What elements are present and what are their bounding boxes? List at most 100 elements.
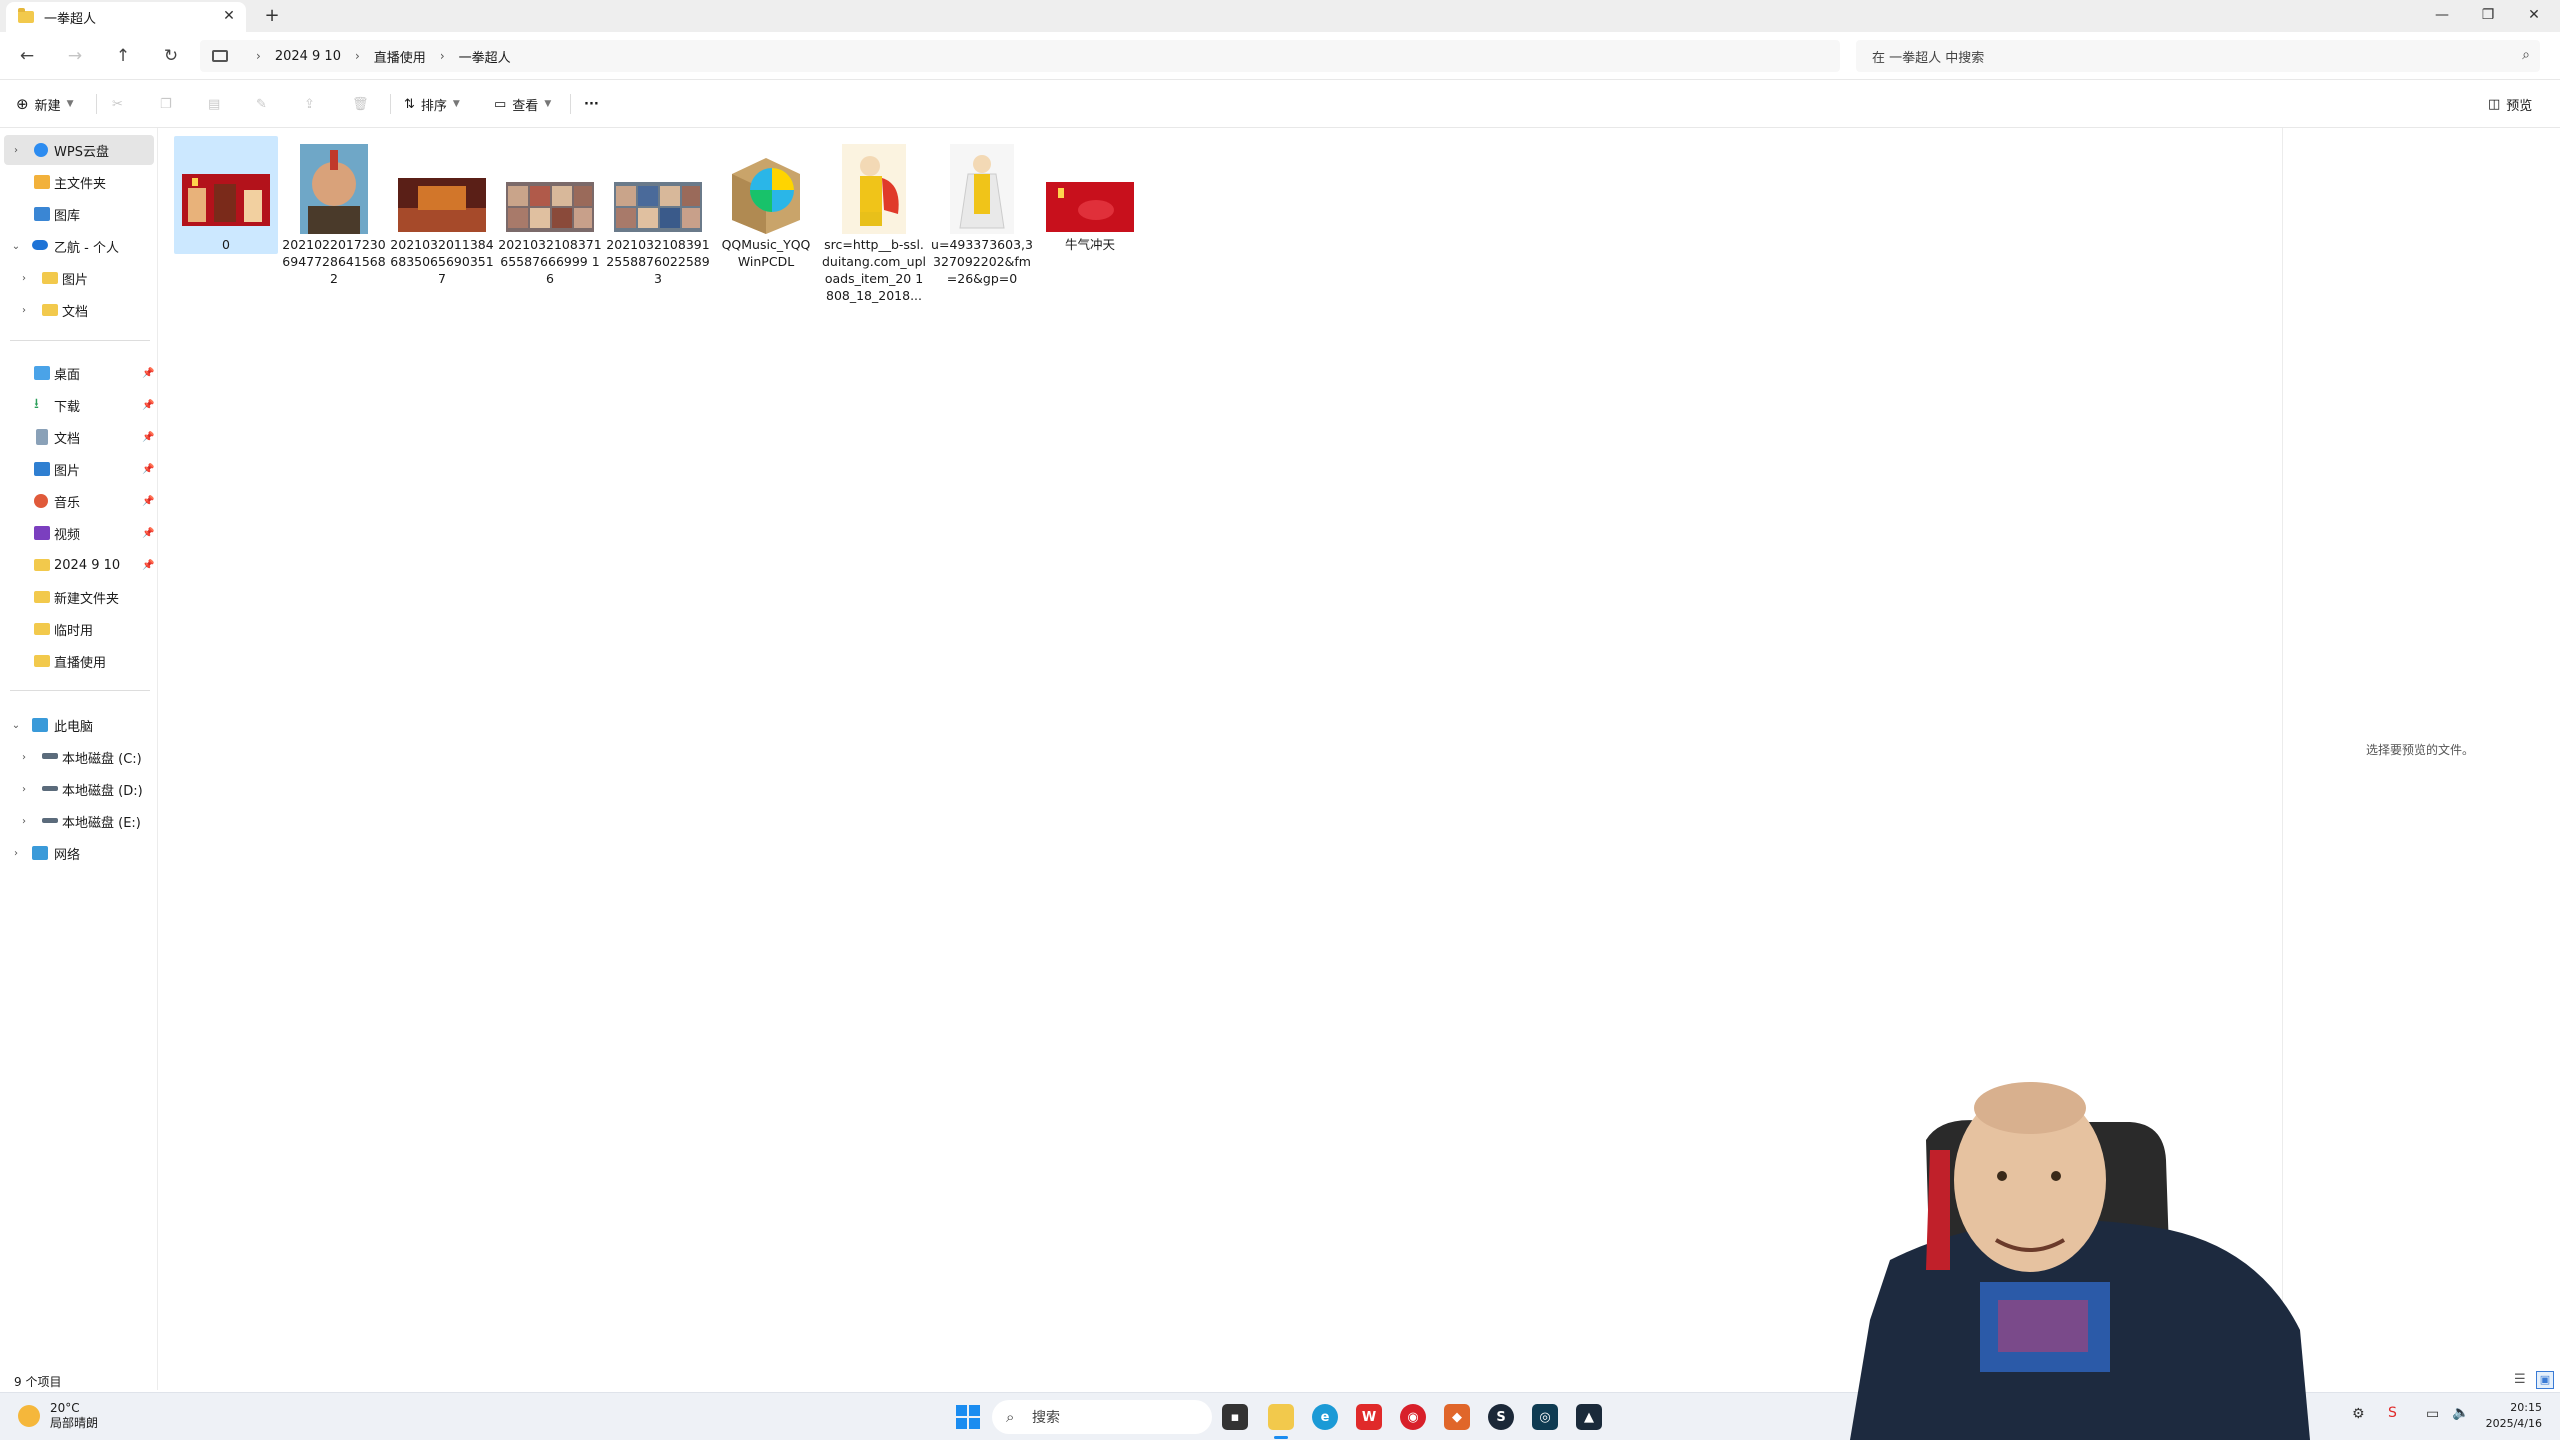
settings-icon[interactable]: ⚙	[2352, 1406, 2365, 1422]
chevron-right-icon[interactable]: ›	[355, 49, 360, 63]
chevron-down-icon[interactable]: ⌄	[10, 720, 22, 731]
weather-widget[interactable]: 20°C 局部晴朗	[50, 1401, 98, 1431]
volume-icon[interactable]: 🔈	[2452, 1405, 2469, 1421]
forward-arrow-icon[interactable]: →	[60, 42, 90, 70]
file-item[interactable]: u=493373603,3 327092202&fm =26&gp=0	[930, 136, 1034, 306]
new-button[interactable]: ⊕ 新建 ▼	[16, 92, 74, 116]
preview-pane-button[interactable]: ◫ 预览	[2488, 92, 2532, 116]
sidebar-item-home[interactable]: 主文件夹	[0, 167, 155, 197]
details-view-icon[interactable]: ☰	[2514, 1372, 2526, 1387]
sidebar-item-desktop[interactable]: 桌面 📌	[0, 358, 155, 388]
back-arrow-icon[interactable]: ←	[12, 42, 42, 70]
search-icon[interactable]: ⌕	[2522, 47, 2530, 63]
breadcrumb-item[interactable]: 直播使用	[374, 47, 426, 66]
minimize-button[interactable]: —	[2420, 0, 2464, 30]
sidebar-item-drive-c[interactable]: › 本地磁盘 (C:)	[0, 742, 155, 772]
steam-icon[interactable]: S	[1488, 1404, 1514, 1430]
file-name: 20210220172306947728641568 2	[282, 237, 386, 286]
sidebar-item-documents[interactable]: › 文档	[0, 295, 155, 325]
sidebar-item-drive-d[interactable]: › 本地磁盘 (D:)	[0, 774, 155, 804]
maximize-button[interactable]: ❐	[2466, 0, 2510, 30]
clock[interactable]: 20:15 2025/4/16	[2482, 1400, 2542, 1432]
sidebar-item-network[interactable]: › 网络	[0, 838, 155, 868]
file-explorer-icon[interactable]	[1268, 1404, 1294, 1430]
chevron-right-icon[interactable]: ›	[10, 145, 22, 156]
divider	[390, 94, 391, 114]
sidebar-item-drive-e[interactable]: › 本地磁盘 (E:)	[0, 806, 155, 836]
chevron-right-icon[interactable]: ›	[256, 49, 261, 63]
pin-icon[interactable]: 📌	[142, 496, 154, 507]
sidebar-item-temp[interactable]: 临时用	[0, 614, 155, 644]
breadcrumb-item[interactable]: 2024 9 10	[275, 49, 341, 64]
chevron-right-icon[interactable]: ›	[18, 273, 30, 284]
refresh-icon[interactable]: ↻	[156, 42, 186, 70]
share-icon[interactable]: ⇪	[304, 92, 315, 116]
chevron-right-icon[interactable]: ›	[18, 305, 30, 316]
start-icon[interactable]	[956, 1405, 980, 1429]
sidebar-item-downloads[interactable]: ⭳ 下载 📌	[0, 390, 155, 420]
chevron-right-icon[interactable]: ›	[18, 816, 30, 827]
chevron-right-icon[interactable]: ›	[18, 784, 30, 795]
view-button[interactable]: ▭ 查看 ▼	[494, 92, 551, 116]
close-tab-icon[interactable]: ✕	[220, 8, 238, 24]
weather-icon[interactable]	[18, 1405, 40, 1427]
taskbar-search[interactable]: ⌕ 搜索	[992, 1400, 1212, 1434]
chevron-right-icon[interactable]: ›	[18, 752, 30, 763]
file-item[interactable]: 20210321083912558876022589 3	[606, 136, 710, 306]
new-tab-button[interactable]: +	[262, 5, 282, 26]
sidebar-item-gallery[interactable]: 图库	[0, 199, 155, 229]
sidebar-item-this-pc[interactable]: ⌄ 此电脑	[0, 710, 155, 740]
file-item[interactable]: QQMusic_YQQ WinPCDL	[714, 136, 818, 306]
app-icon[interactable]: ◆	[1444, 1404, 1470, 1430]
more-options-icon[interactable]: ···	[584, 92, 599, 116]
breadcrumb[interactable]: › 2024 9 10 › 直播使用 › 一拳超人	[200, 40, 1840, 72]
file-item[interactable]: 0	[174, 136, 278, 254]
breadcrumb-item[interactable]: 一拳超人	[459, 47, 511, 66]
tiles-view-icon[interactable]: ▣	[2536, 1371, 2554, 1389]
folder-icon	[42, 304, 58, 316]
sidebar-item-new-folder[interactable]: 新建文件夹	[0, 582, 155, 612]
chevron-right-icon[interactable]: ›	[440, 49, 445, 63]
task-view-icon[interactable]: ▪	[1222, 1404, 1248, 1430]
pin-icon[interactable]: 📌	[142, 528, 154, 539]
delete-icon[interactable]: 🗑	[352, 92, 369, 116]
sort-button[interactable]: ⇅ 排序 ▼	[404, 92, 460, 116]
chevron-down-icon[interactable]: ⌄	[10, 241, 22, 252]
copy-icon[interactable]: ❐	[160, 92, 172, 116]
netease-music-icon[interactable]: ◉	[1400, 1404, 1426, 1430]
sidebar-item-folder-2024[interactable]: 2024 9 10 📌	[0, 550, 155, 580]
file-item[interactable]: src=http__b-ssl.duitang.com_uploads_item…	[822, 136, 926, 306]
sidebar-item-onedrive[interactable]: ⌄ 乙航 - 个人	[0, 231, 155, 261]
search-input[interactable]: 在 一拳超人 中搜索 ⌕	[1856, 40, 2540, 72]
chevron-right-icon[interactable]: ›	[10, 848, 22, 859]
cut-icon[interactable]: ✂	[112, 92, 123, 116]
file-item[interactable]: 牛气冲天	[1038, 136, 1142, 306]
close-button[interactable]: ✕	[2512, 0, 2556, 30]
sidebar-item-videos[interactable]: 视频 📌	[0, 518, 155, 548]
pin-icon[interactable]: 📌	[142, 560, 154, 571]
edge-icon[interactable]: e	[1312, 1404, 1338, 1430]
sidebar-item-pictures[interactable]: › 图片	[0, 263, 155, 293]
sidebar-item-pictures-quick[interactable]: 图片 📌	[0, 454, 155, 484]
plus-circle-icon: ⊕	[16, 95, 29, 113]
file-item[interactable]: 20210220172306947728641568 2	[282, 136, 386, 306]
rename-icon[interactable]: ✎	[256, 92, 267, 116]
wps-icon[interactable]: W	[1356, 1404, 1382, 1430]
pin-icon[interactable]: 📌	[142, 368, 154, 379]
network-icon[interactable]: ▭	[2426, 1406, 2439, 1422]
app-icon[interactable]: ◎	[1532, 1404, 1558, 1430]
paste-icon[interactable]: ▤	[208, 92, 220, 116]
sidebar-item-documents-quick[interactable]: 文档 📌	[0, 422, 155, 452]
file-item[interactable]: 20210320113846835065690351 7	[390, 136, 494, 306]
sidebar-item-stream[interactable]: 直播使用	[0, 646, 155, 676]
ime-icon[interactable]: S	[2388, 1405, 2397, 1421]
tab-current[interactable]: 一拳超人 ✕	[6, 2, 246, 32]
sidebar-item-music[interactable]: 音乐 📌	[0, 486, 155, 516]
pin-icon[interactable]: 📌	[142, 400, 154, 411]
up-arrow-icon[interactable]: ↑	[108, 42, 138, 70]
sidebar-item-wps-cloud[interactable]: › WPS云盘	[4, 135, 154, 165]
pin-icon[interactable]: 📌	[142, 432, 154, 443]
pin-icon[interactable]: 📌	[142, 464, 154, 475]
file-item[interactable]: 202103210837165587666999 16	[498, 136, 602, 306]
game-icon[interactable]: ▲	[1576, 1404, 1602, 1430]
